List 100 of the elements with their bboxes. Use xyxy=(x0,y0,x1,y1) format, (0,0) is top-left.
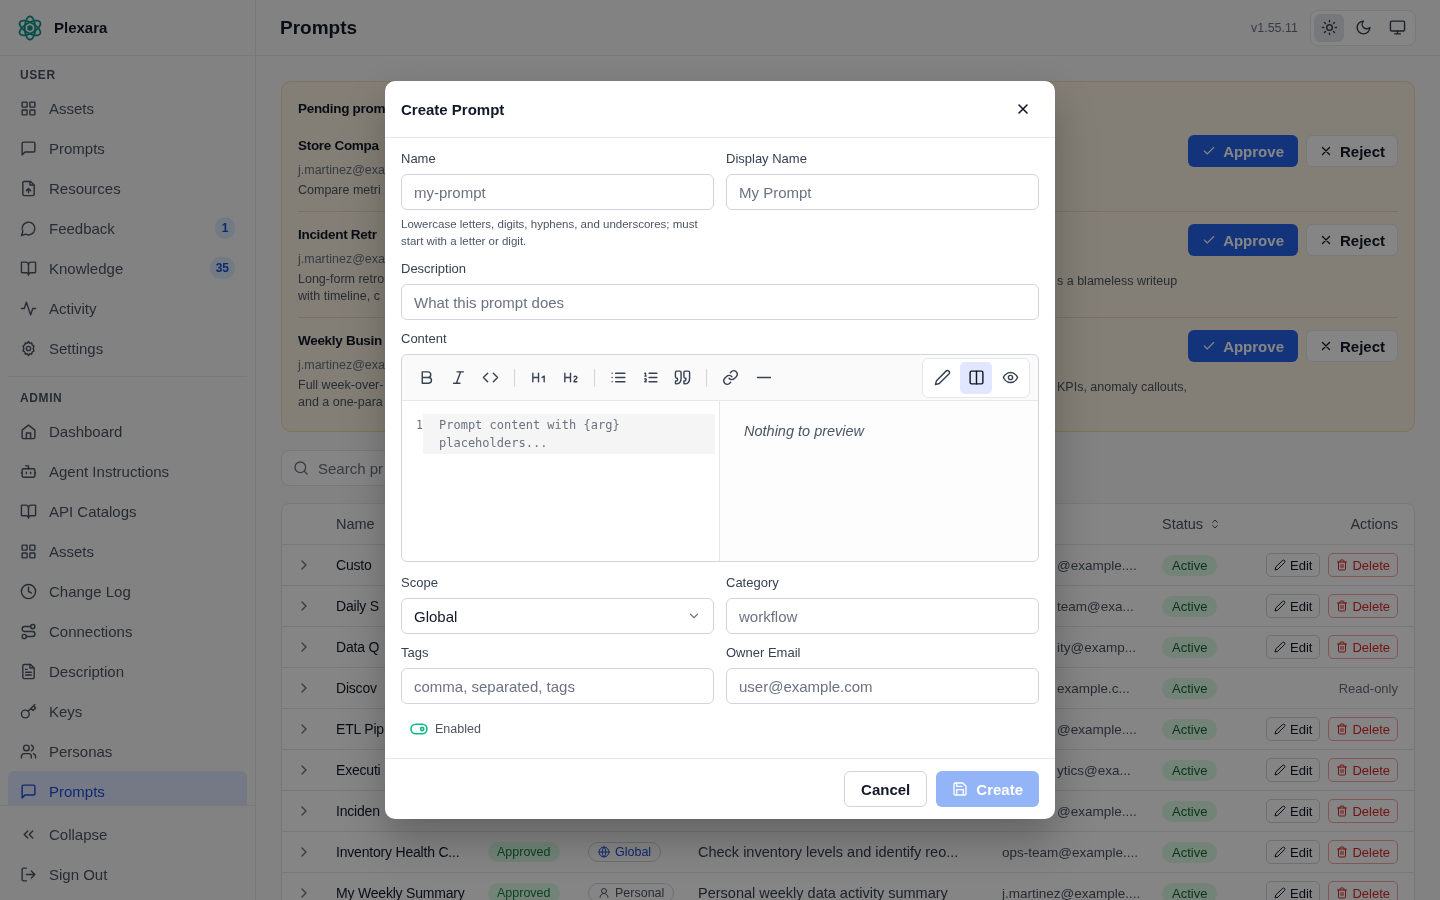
prompt-description: Long-form retro xyxy=(298,271,386,288)
approval-badge: Approved xyxy=(488,883,560,900)
cancel-button[interactable]: Cancel xyxy=(844,771,928,807)
sidebar-item[interactable]: Assets xyxy=(8,88,247,128)
column-header[interactable]: Name xyxy=(336,516,375,532)
prompt-name: Inventory Health C... xyxy=(336,844,460,860)
approve-button[interactable]: Approve xyxy=(1188,330,1298,362)
owner-email-field[interactable]: user@example.com xyxy=(726,668,1039,704)
reject-button[interactable]: Reject xyxy=(1305,330,1398,362)
edit-button[interactable]: Edit xyxy=(1266,553,1321,577)
edit-button[interactable]: Edit xyxy=(1266,799,1321,823)
delete-button[interactable]: Delete xyxy=(1328,635,1398,659)
status-badge: Active xyxy=(1162,759,1218,781)
light-theme-button[interactable] xyxy=(1314,13,1344,42)
sidebar-item[interactable]: Prompts xyxy=(8,771,247,805)
sidebar-item[interactable]: Keys xyxy=(8,691,247,731)
delete-button[interactable]: Delete xyxy=(1328,717,1398,741)
count-badge: 1 xyxy=(215,217,235,239)
sidebar-item[interactable]: API Catalogs xyxy=(8,491,247,531)
sidebar-item[interactable]: Connections xyxy=(8,611,247,651)
line-number: 1 xyxy=(415,417,423,434)
app-name: Plexara xyxy=(54,19,108,36)
field-label: Content xyxy=(401,330,447,348)
approval-badge: Approved xyxy=(488,842,560,862)
edit-button[interactable]: Edit xyxy=(1266,594,1321,618)
italic-icon[interactable] xyxy=(450,369,467,386)
edit-button[interactable]: Edit xyxy=(1266,717,1321,741)
sidebar-item[interactable]: Agent Instructions xyxy=(8,451,247,491)
category-field[interactable]: workflow xyxy=(726,598,1039,634)
sidebar-item[interactable]: Prompts xyxy=(8,128,247,168)
scope-select[interactable]: Global xyxy=(401,598,714,634)
users-icon xyxy=(20,742,37,760)
editor-placeholder[interactable]: Prompt content with {arg} placeholders... xyxy=(423,414,715,454)
field-label: Category xyxy=(726,574,779,592)
field-label: Display Name xyxy=(726,150,807,168)
description-cell: Check inventory levels and identify reo... xyxy=(698,844,959,860)
delete-button[interactable]: Delete xyxy=(1328,881,1398,900)
user-icon xyxy=(598,887,610,899)
field-label: Tags xyxy=(401,644,429,662)
version-label: v1.55.11 xyxy=(1250,20,1298,35)
sidebar-item[interactable]: Assets xyxy=(8,531,247,571)
sidebar-item[interactable]: Activity xyxy=(8,288,247,328)
delete-button[interactable]: Delete xyxy=(1328,758,1398,782)
delete-button[interactable]: Delete xyxy=(1328,553,1398,577)
column-header[interactable]: Status xyxy=(1162,516,1222,532)
prompt-description: with timeline, c xyxy=(298,288,381,305)
sun-icon xyxy=(1320,19,1338,36)
section-label: ADMIN xyxy=(19,390,64,405)
delete-button[interactable]: Delete xyxy=(1328,594,1398,618)
name-field[interactable]: my-prompt xyxy=(401,174,714,210)
delete-button[interactable]: Delete xyxy=(1328,840,1398,864)
status-badge: Active xyxy=(1162,841,1218,863)
close-icon[interactable] xyxy=(1015,101,1031,117)
status-badge: Active xyxy=(1162,800,1218,822)
sidebar-item[interactable]: Settings xyxy=(8,328,247,368)
owner-email: @example.... xyxy=(1057,803,1137,819)
sidebar-item[interactable]: Personas xyxy=(8,731,247,771)
quote-icon[interactable] xyxy=(674,369,691,386)
prompt-name: Inciden xyxy=(336,803,380,819)
dialog-title: Create Prompt xyxy=(401,100,505,118)
trash-icon xyxy=(1336,846,1349,858)
edit-button[interactable]: Edit xyxy=(1266,840,1321,864)
sidebar-item[interactable]: Knowledge 35 xyxy=(8,248,247,288)
column-header[interactable]: Actions xyxy=(1350,516,1398,532)
card-title: Pending prom xyxy=(298,100,386,118)
edit-button[interactable]: Edit xyxy=(1266,881,1321,900)
sidebar-item[interactable]: Description xyxy=(8,651,247,691)
toggle-switch[interactable] xyxy=(411,724,427,734)
owner-email: team@exa... xyxy=(1057,598,1134,614)
link-icon[interactable] xyxy=(722,369,739,386)
field-label: Description xyxy=(401,260,467,278)
pencil-icon xyxy=(1274,559,1286,571)
globe-icon xyxy=(598,846,610,858)
status-badge: Active xyxy=(1162,636,1218,658)
sign-out-button[interactable]: Sign Out xyxy=(8,854,247,894)
sidebar-item[interactable]: Dashboard xyxy=(8,411,247,451)
collapse-button[interactable]: Collapse xyxy=(8,814,247,854)
reject-button[interactable]: Reject xyxy=(1305,224,1398,256)
description-field[interactable]: What this prompt does xyxy=(401,284,1039,320)
check-icon xyxy=(1202,144,1217,158)
prompt-title: Weekly Busin xyxy=(298,332,383,350)
pencil-icon xyxy=(1274,887,1286,899)
approve-button[interactable]: Approve xyxy=(1188,224,1298,256)
pencil-icon xyxy=(933,369,951,386)
file-up-icon xyxy=(20,179,37,197)
delete-button[interactable]: Delete xyxy=(1328,799,1398,823)
owner-email: ity@examp... xyxy=(1057,639,1136,655)
edit-button[interactable]: Edit xyxy=(1266,758,1321,782)
prompt-name: Executi xyxy=(336,762,381,778)
sidebar-item[interactable]: Feedback 1 xyxy=(8,208,247,248)
approve-button[interactable]: Approve xyxy=(1188,135,1298,167)
split-view-button[interactable] xyxy=(960,361,992,394)
sidebar-item[interactable]: Change Log xyxy=(8,571,247,611)
edit-button[interactable]: Edit xyxy=(1266,635,1321,659)
gear-icon xyxy=(20,339,37,357)
display-name-field[interactable]: My Prompt xyxy=(726,174,1039,210)
reject-button[interactable]: Reject xyxy=(1305,135,1398,167)
sidebar-item[interactable]: Resources xyxy=(8,168,247,208)
prompt-description: s a blameless writeup xyxy=(1057,273,1179,290)
tags-field[interactable]: comma, separated, tags xyxy=(401,668,714,704)
